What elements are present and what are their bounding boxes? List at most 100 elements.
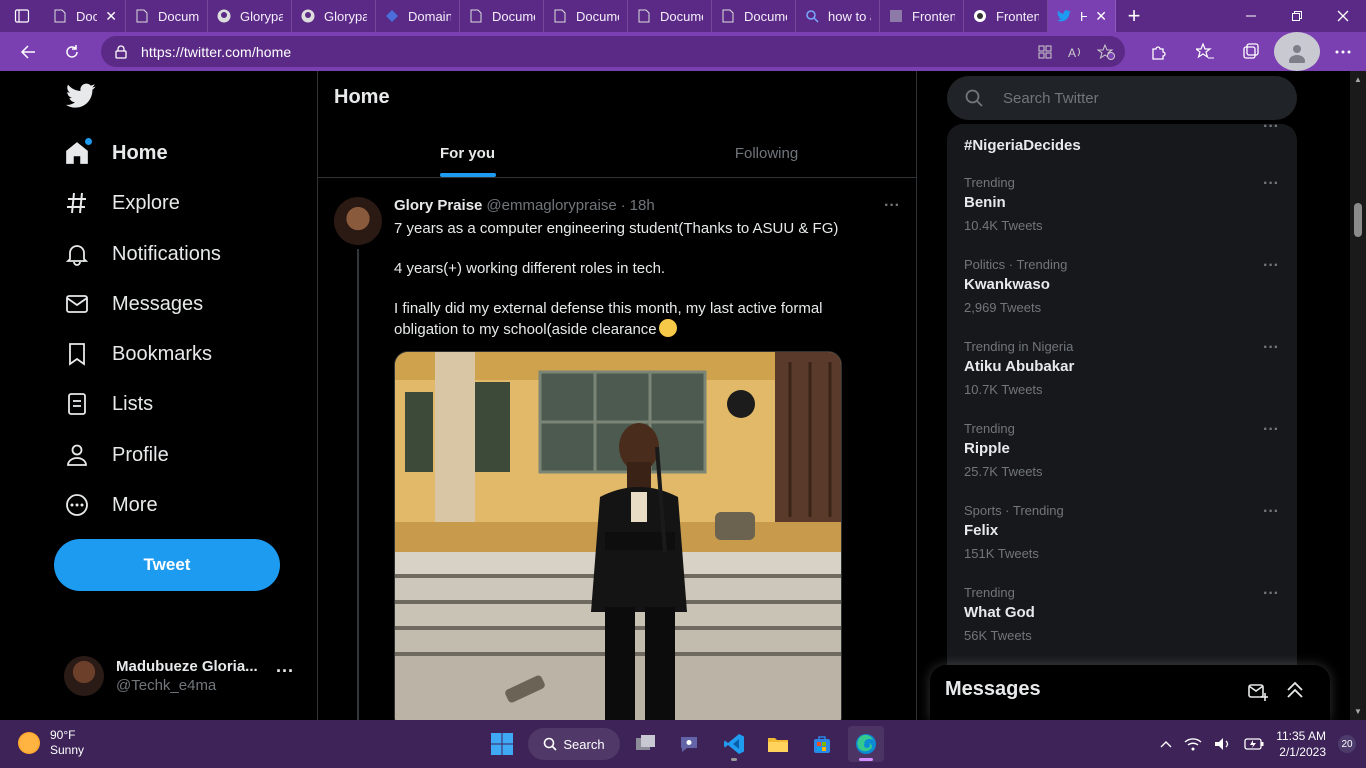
browser-tab[interactable]: Glorypau: [292, 0, 376, 32]
url-text[interactable]: https://twitter.com/home: [141, 44, 291, 60]
tweet-more-icon[interactable]: ···: [884, 197, 900, 215]
sidebar-item-profile[interactable]: Profile: [64, 433, 169, 477]
page-scrollbar[interactable]: ▲ ▼: [1350, 71, 1366, 720]
trend-more-icon[interactable]: ···: [1263, 175, 1279, 193]
edge-browser-icon[interactable]: [848, 726, 884, 762]
scrollbar-thumb[interactable]: [1354, 203, 1362, 237]
browser-tab[interactable]: how to a: [796, 0, 880, 32]
sidebar-item-home[interactable]: Home: [64, 131, 168, 175]
close-tab-icon[interactable]: ✕: [105, 8, 117, 25]
favorites-add-icon[interactable]: [1097, 43, 1115, 60]
show-hidden-icons-icon[interactable]: [1160, 740, 1172, 748]
left-navigation: Home Explore Notifications Messages Bookmark…: [54, 71, 316, 720]
document-icon: [52, 8, 68, 24]
trend-item[interactable]: Sports · Trending Felix 151K Tweets ···: [947, 503, 1297, 585]
browser-tab[interactable]: Frontend: [964, 0, 1048, 32]
weather-desc: Sunny: [50, 743, 85, 757]
weather-widget[interactable]: 90°F Sunny: [18, 728, 84, 758]
trend-more-icon[interactable]: ···: [1263, 124, 1279, 136]
favorites-button[interactable]: [1182, 32, 1228, 71]
collections-button[interactable]: [1228, 32, 1274, 71]
volume-icon[interactable]: [1214, 737, 1232, 751]
refresh-button[interactable]: [50, 32, 94, 71]
file-explorer-icon[interactable]: [760, 726, 796, 762]
expand-drawer-icon[interactable]: [1286, 681, 1304, 699]
browser-tab[interactable]: Documen: [126, 0, 208, 32]
trend-topic: What God: [964, 604, 1035, 621]
sidebar-item-bookmarks[interactable]: Bookmarks: [64, 332, 212, 376]
notification-badge[interactable]: 20: [1338, 735, 1356, 753]
account-switcher[interactable]: Madubueze Gloria... @Techk_e4ma ···: [64, 651, 294, 701]
browser-tab[interactable]: Documen: [544, 0, 628, 32]
circle-icon: [972, 8, 988, 24]
trend-item[interactable]: Politics · Trending Kwankwaso 2,969 Tweets…: [947, 257, 1297, 339]
back-button[interactable]: [6, 32, 50, 71]
trend-more-icon[interactable]: ···: [1263, 339, 1279, 357]
browser-tab[interactable]: Frontend: [880, 0, 964, 32]
trend-item[interactable]: Trending in Nigeria Atiku Abubakar 10.7K T…: [947, 339, 1297, 421]
tweet-author-name[interactable]: Glory Praise: [394, 197, 482, 214]
more-circle-icon: [64, 492, 90, 518]
tweet-button[interactable]: Tweet: [54, 539, 280, 591]
sidebar-item-messages[interactable]: Messages: [64, 282, 203, 326]
sidebar-item-more[interactable]: More: [64, 483, 158, 527]
account-more-icon[interactable]: ···: [276, 661, 294, 682]
trend-more-icon[interactable]: ···: [1263, 585, 1279, 603]
close-window-button[interactable]: [1320, 0, 1366, 32]
teams-chat-icon[interactable]: [672, 726, 708, 762]
restore-button[interactable]: [1274, 0, 1320, 32]
taskbar-apps: Search: [484, 724, 884, 764]
tweet-author-avatar[interactable]: [334, 197, 382, 245]
wifi-icon[interactable]: [1184, 737, 1202, 751]
tweet-author-handle[interactable]: @emmaglorypraise: [486, 197, 616, 214]
trend-more-icon[interactable]: ···: [1263, 421, 1279, 439]
browser-tab[interactable]: Documen: [712, 0, 796, 32]
scroll-down-icon[interactable]: ▼: [1354, 707, 1362, 716]
tweet-photo[interactable]: [394, 351, 842, 720]
trend-more-icon[interactable]: ···: [1263, 503, 1279, 521]
trend-item[interactable]: Trending Ripple 25.7K Tweets ···: [947, 421, 1297, 503]
minimize-button[interactable]: [1228, 0, 1274, 32]
app-available-icon[interactable]: [1037, 44, 1053, 60]
twitter-logo-icon[interactable]: [66, 83, 96, 109]
browser-tab[interactable]: Hom ✕: [1048, 0, 1116, 32]
trend-tweet-count: 10.7K Tweets: [964, 382, 1043, 397]
extensions-button[interactable]: [1136, 32, 1182, 71]
trend-item[interactable]: Trending What God 56K Tweets ···: [947, 585, 1297, 667]
tab-actions-button[interactable]: [0, 0, 44, 32]
system-clock[interactable]: 11:35 AM 2/1/2023: [1276, 728, 1326, 760]
browser-tab[interactable]: Domain n: [376, 0, 460, 32]
taskbar-search-label: Search: [563, 736, 605, 752]
trend-item[interactable]: Trending Benin 10.4K Tweets ···: [947, 175, 1297, 257]
tab-for-you[interactable]: For you: [318, 129, 617, 177]
new-message-icon[interactable]: [1248, 681, 1268, 701]
browser-tab[interactable]: Glorypau: [208, 0, 292, 32]
sidebar-item-notifications[interactable]: Notifications: [64, 232, 221, 276]
tweet-timestamp[interactable]: 18h: [630, 197, 655, 214]
sidebar-item-explore[interactable]: Explore: [64, 181, 180, 225]
vscode-icon[interactable]: [716, 726, 752, 762]
browser-tab[interactable]: Documen: [628, 0, 712, 32]
battery-icon[interactable]: [1244, 738, 1264, 750]
task-view-icon[interactable]: [628, 726, 664, 762]
browser-tab[interactable]: Doc ✕: [44, 0, 126, 32]
lock-icon[interactable]: [101, 44, 141, 59]
microsoft-store-icon[interactable]: [804, 726, 840, 762]
trend-more-icon[interactable]: ···: [1263, 257, 1279, 275]
scroll-up-icon[interactable]: ▲: [1354, 75, 1362, 84]
browser-tab[interactable]: Documen: [460, 0, 544, 32]
profile-button[interactable]: [1274, 32, 1320, 71]
settings-more-button[interactable]: [1320, 32, 1366, 71]
read-aloud-icon[interactable]: A: [1067, 44, 1083, 60]
close-tab-icon[interactable]: ✕: [1095, 8, 1107, 25]
messages-drawer[interactable]: Messages: [930, 665, 1330, 721]
new-tab-button[interactable]: +: [1116, 0, 1152, 32]
search-input[interactable]: Search Twitter: [947, 76, 1297, 120]
start-button[interactable]: [484, 726, 520, 762]
address-bar[interactable]: https://twitter.com/home A: [101, 36, 1125, 67]
sidebar-item-label: Messages: [112, 292, 204, 315]
taskbar-search-button[interactable]: Search: [528, 728, 620, 760]
tweet-card[interactable]: Glory Praise @emmaglorypraise · 18h ··· …: [318, 181, 916, 720]
tab-following[interactable]: Following: [617, 129, 916, 177]
sidebar-item-lists[interactable]: Lists: [64, 382, 153, 426]
